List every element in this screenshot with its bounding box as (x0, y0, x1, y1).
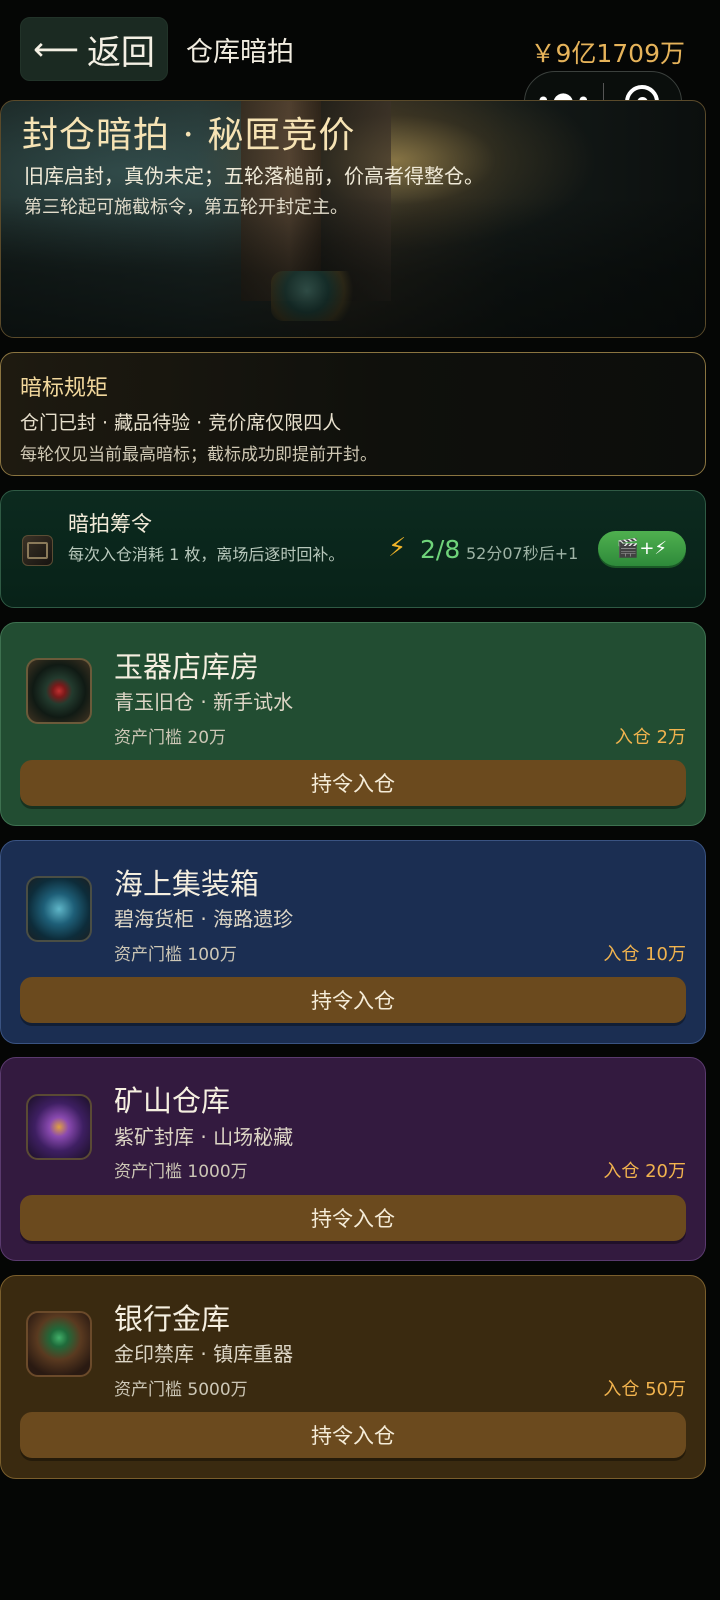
back-label: 返回 (86, 32, 155, 73)
rules-summary: 仓门已封 · 藏品待验 · 竞价席仅限四人 (20, 412, 342, 434)
vault-mine-chest-icon (26, 1094, 92, 1160)
enter-vault-button[interactable]: 持令入仓 (20, 1195, 686, 1241)
balance-display: ￥9亿1709万 (530, 39, 685, 68)
vault-tags: 碧海货柜 · 海路遗珍 (114, 907, 294, 931)
lightning-icon: ⚡ (388, 533, 407, 563)
rules-detail: 每轮仅见当前最高暗标；截标成功即提前开封。 (20, 445, 377, 465)
hero-subtitle: 旧库启封，真伪未定；五轮落槌前，价高者得整仓。 (24, 164, 484, 188)
vault-entry-fee: 入仓 2万 (614, 727, 686, 748)
token-chest-icon (22, 535, 53, 566)
vault-threshold: 资产门槛 20万 (114, 728, 227, 748)
vault-jade-chest-icon (26, 658, 92, 724)
watch-ad-refill-button[interactable]: 🎬+⚡ (598, 531, 686, 566)
token-refill-timer: 52分07秒后+1 (466, 544, 579, 563)
token-title: 暗拍筹令 (68, 512, 152, 536)
vault-tags: 青玉旧仓 · 新手试水 (114, 690, 294, 714)
token-description: 每次入仓消耗 1 枚，离场后逐时回补。 (68, 545, 345, 564)
vault-entry-fee: 入仓 20万 (603, 1161, 686, 1182)
vault-threshold: 资产门槛 100万 (114, 945, 237, 965)
vault-bank-chest-icon (26, 1311, 92, 1377)
vault-name: 银行金库 (114, 1302, 231, 1336)
vault-name: 矿山仓库 (114, 1084, 231, 1118)
enter-vault-button[interactable]: 持令入仓 (20, 1412, 686, 1458)
token-count: 2/8 (420, 535, 461, 564)
vault-name: 海上集装箱 (114, 867, 260, 901)
rules-title: 暗标规矩 (20, 376, 109, 401)
vault-name: 玉器店库房 (114, 650, 260, 684)
back-button[interactable]: ⟵ 返回 (20, 17, 168, 81)
vault-container-chest-icon (26, 876, 92, 942)
enter-vault-button[interactable]: 持令入仓 (20, 760, 686, 806)
back-arrow-icon: ⟵ (33, 30, 79, 68)
hero-note: 第三轮起可施截标令，第五轮开封定主。 (24, 197, 348, 218)
vault-entry-fee: 入仓 50万 (603, 1379, 686, 1400)
vault-threshold: 资产门槛 1000万 (114, 1162, 248, 1182)
enter-vault-button[interactable]: 持令入仓 (20, 977, 686, 1023)
hero-title: 封仓暗拍 · 秘匣竞价 (22, 115, 356, 156)
vault-tags: 金印禁库 · 镇库重器 (114, 1342, 294, 1366)
vault-tags: 紫矿封库 · 山场秘藏 (114, 1125, 294, 1149)
vault-entry-fee: 入仓 10万 (603, 944, 686, 965)
vault-threshold: 资产门槛 5000万 (114, 1380, 248, 1400)
page-title: 仓库暗拍 (186, 37, 294, 68)
